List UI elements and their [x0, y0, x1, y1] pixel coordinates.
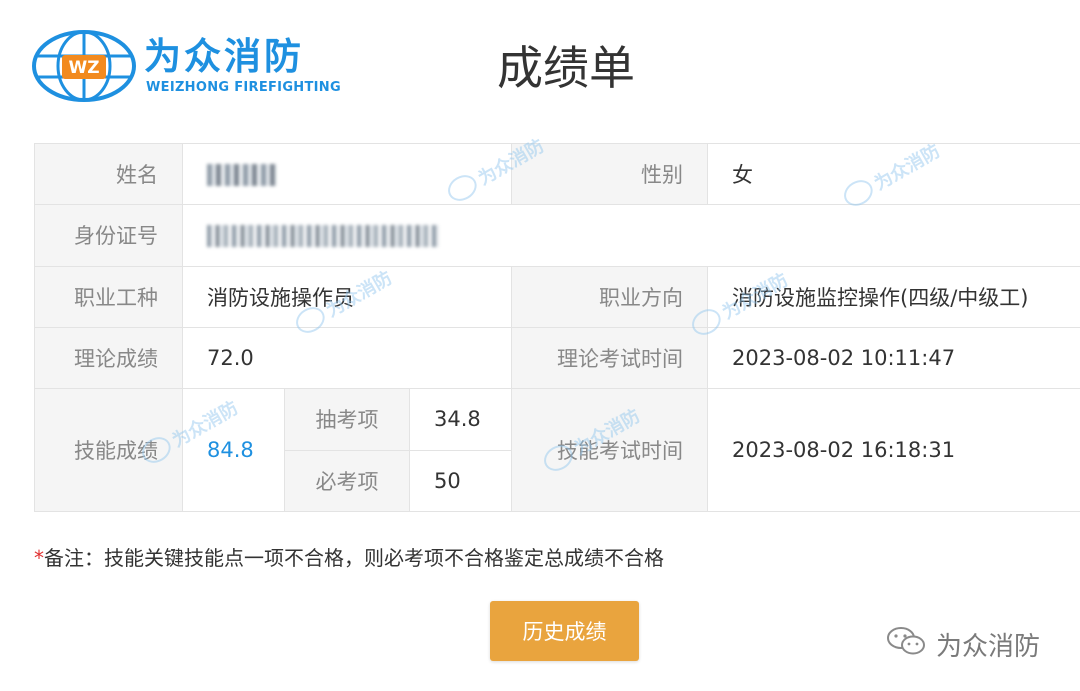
redacted-id-number — [207, 225, 439, 248]
direction-label: 职业方向 — [511, 265, 709, 328]
sampled-item-label: 抽考项 — [284, 388, 410, 451]
table-row: 职业工种 消防设施操作员 职业方向 消防设施监控操作(四级/中级工) — [34, 265, 1080, 328]
remark-note: *备注：技能关键技能点一项不合格，则必考项不合格鉴定总成绩不合格 — [34, 542, 664, 571]
required-marker: * — [34, 546, 44, 570]
theory-score-label: 理论成绩 — [34, 326, 183, 390]
theory-score-value: 72.0 — [181, 326, 513, 390]
table-row: 技能成绩 84.8 抽考项 34.8 技能考试时间 2023-08-02 16:… — [34, 388, 1080, 512]
theory-time-value: 2023-08-02 10:11:47 — [707, 326, 1080, 390]
occupation-label: 职业工种 — [34, 265, 183, 328]
grade-table: 姓名 性别 女 身份证号 职业工种 消防设施操作员 职业方向 消防设施监控操作(… — [34, 142, 1080, 513]
skill-time-label: 技能考试时间 — [511, 388, 709, 512]
id-label: 身份证号 — [34, 204, 183, 267]
skill-time-value: 2023-08-02 16:18:31 — [707, 388, 1080, 512]
required-item-label: 必考项 — [284, 449, 410, 513]
gender-value: 女 — [707, 142, 1080, 206]
name-label: 姓名 — [34, 142, 183, 206]
sampled-item-value: 34.8 — [408, 388, 513, 451]
page-title: 成绩单 — [497, 41, 635, 95]
name-value — [181, 142, 513, 206]
wechat-account-name: 为众消防 — [936, 632, 1041, 662]
table-row: 身份证号 — [34, 204, 1080, 267]
table-row: 姓名 性别 女 — [34, 142, 1080, 206]
id-value — [181, 204, 1080, 267]
required-item-value: 50 — [408, 449, 513, 513]
skill-score-label: 技能成绩 — [34, 388, 183, 512]
wechat-icon — [887, 627, 925, 655]
remark-text: 备注：技能关键技能点一项不合格，则必考项不合格鉴定总成绩不合格 — [44, 546, 664, 570]
occupation-value: 消防设施操作员 — [181, 265, 513, 328]
direction-value: 消防设施监控操作(四级/中级工) — [707, 265, 1080, 328]
theory-time-label: 理论考试时间 — [511, 326, 709, 390]
table-row: 理论成绩 72.0 理论考试时间 2023-08-02 10:11:47 — [34, 326, 1080, 390]
gender-label: 性别 — [511, 142, 709, 206]
skill-score-value: 84.8 — [182, 388, 285, 512]
history-scores-button[interactable]: 历史成绩 — [490, 601, 639, 661]
redacted-name — [207, 164, 277, 187]
